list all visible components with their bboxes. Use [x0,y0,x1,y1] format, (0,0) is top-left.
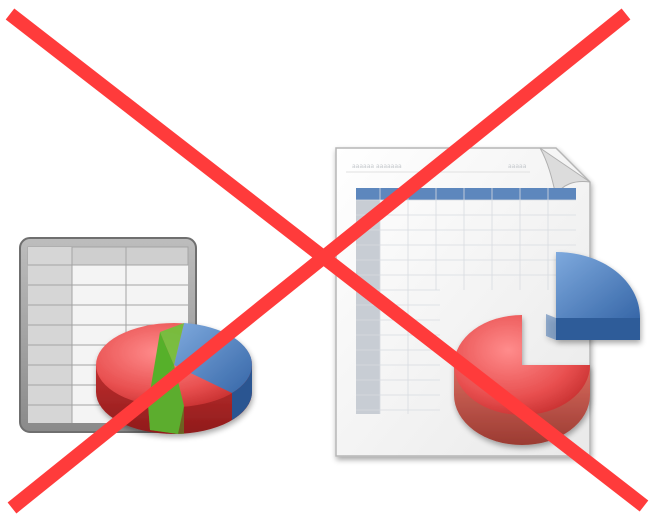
icon-comparison-canvas: aaaaaa aaaaaaa aaaaa [5,8,649,514]
svg-text:aaaaaa aaaaaaa: aaaaaa aaaaaaa [352,163,402,170]
svg-text:aaaaa: aaaaa [508,163,527,170]
